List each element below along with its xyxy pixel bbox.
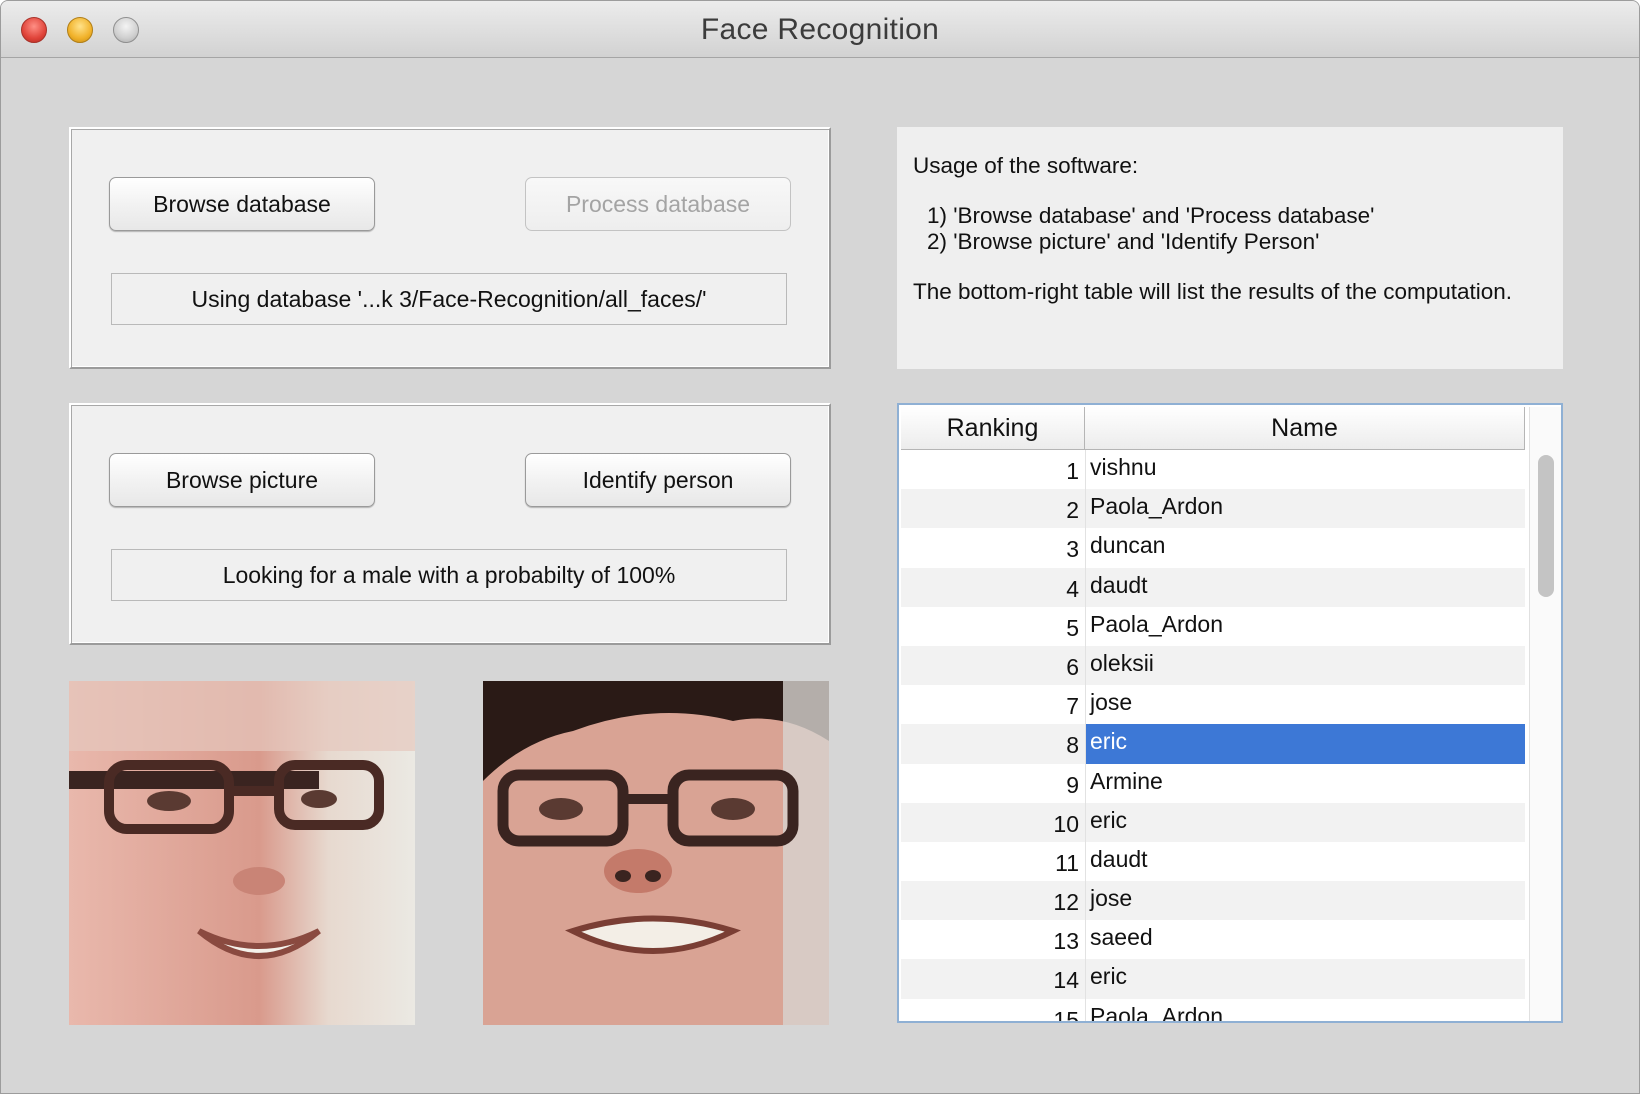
app-window: Face Recognition Browse database Process… xyxy=(0,0,1640,1094)
usage-step-1: 1) 'Browse database' and 'Process databa… xyxy=(927,203,1375,228)
table-row[interactable]: 5 Paola_Ardon xyxy=(901,606,1525,646)
name-cell: eric xyxy=(1085,724,1525,764)
ranking-cell: 1 xyxy=(1066,458,1079,484)
ranking-cell: 12 xyxy=(1053,889,1079,916)
browse-picture-button[interactable]: Browse picture xyxy=(109,453,375,507)
name-cell: Paola_Ardon xyxy=(1085,606,1525,646)
table-body: 1 vishnu 2 Paola_Ardon 3 duncan 4 daudt 5 Paola_A… xyxy=(901,450,1525,1023)
scrollbar-thumb[interactable] xyxy=(1538,455,1554,597)
query-face-image xyxy=(69,681,415,1025)
window-title: Face Recognition xyxy=(700,13,940,46)
table-row[interactable]: 7 jose xyxy=(901,685,1525,725)
ranking-cell: 7 xyxy=(1066,693,1079,720)
identify-person-button[interactable]: Identify person xyxy=(525,453,791,507)
matched-face-image xyxy=(483,681,829,1025)
table-row[interactable]: 4 daudt xyxy=(901,567,1525,607)
table-row[interactable]: 6 oleksii xyxy=(901,645,1525,686)
ranking-cell: 15 xyxy=(1053,1006,1079,1023)
process-database-button[interactable]: Process database xyxy=(525,177,791,231)
usage-instructions: Usage of the software: 1) 'Browse databa… xyxy=(897,127,1563,369)
table-row[interactable]: 9 Armine xyxy=(901,763,1525,803)
name-cell: jose xyxy=(1085,881,1525,921)
name-cell: oleksii xyxy=(1085,645,1525,686)
table-row[interactable]: 14 eric xyxy=(901,959,1525,999)
table-row[interactable]: 10 eric xyxy=(901,802,1525,842)
ranking-cell: 10 xyxy=(1053,810,1079,837)
face-photo-icon xyxy=(69,681,415,1025)
table-header: Ranking Name xyxy=(901,407,1525,450)
name-cell: daudt xyxy=(1085,567,1525,607)
name-column-header[interactable]: Name xyxy=(1085,407,1525,449)
identification-status: Looking for a male with a probabilty of … xyxy=(111,549,787,601)
usage-step-2: 2) 'Browse picture' and 'Identify Person… xyxy=(927,229,1320,254)
name-cell: eric xyxy=(1085,959,1525,999)
ranking-cell: 14 xyxy=(1053,967,1079,994)
face-photo-icon xyxy=(483,681,829,1025)
table-row[interactable]: 2 Paola_Ardon xyxy=(901,489,1525,529)
name-cell: duncan xyxy=(1085,528,1525,568)
ranking-cell: 3 xyxy=(1066,536,1079,563)
browse-database-button[interactable]: Browse database xyxy=(109,177,375,231)
table-row[interactable]: 11 daudt xyxy=(901,841,1525,882)
name-cell: Armine xyxy=(1085,763,1525,803)
results-table[interactable]: Ranking Name 1 vishnu 2 Paola_Ardon 3 duncan 4… xyxy=(897,403,1563,1023)
ranking-cell: 5 xyxy=(1066,614,1079,641)
ranking-cell: 9 xyxy=(1066,771,1079,798)
usage-note: The bottom-right table will list the res… xyxy=(913,279,1513,304)
ranking-cell: 2 xyxy=(1066,497,1079,524)
ranking-cell: 8 xyxy=(1066,732,1079,759)
name-cell: eric xyxy=(1085,802,1525,842)
table-row[interactable]: 12 jose xyxy=(901,881,1525,921)
table-row[interactable]: 3 duncan xyxy=(901,528,1525,568)
database-status: Using database '...k 3/Face-Recognition/… xyxy=(111,273,787,325)
name-cell: vishnu xyxy=(1085,450,1525,490)
name-cell: Paola_Ardon xyxy=(1085,998,1525,1021)
name-cell: jose xyxy=(1085,685,1525,725)
picture-panel: Browse picture Identify person Looking f… xyxy=(69,403,831,645)
ranking-cell: 6 xyxy=(1066,653,1079,680)
usage-heading: Usage of the software: xyxy=(913,153,1139,178)
ranking-cell: 13 xyxy=(1053,928,1079,955)
name-cell: Paola_Ardon xyxy=(1085,489,1525,529)
ranking-cell: 4 xyxy=(1066,575,1079,602)
name-cell: daudt xyxy=(1085,841,1525,882)
ranking-column-header[interactable]: Ranking xyxy=(901,407,1085,449)
table-row[interactable]: 15 Paola_Ardon xyxy=(901,998,1525,1023)
table-row[interactable]: 13 saeed xyxy=(901,920,1525,960)
title-bar[interactable]: Face Recognition xyxy=(1,1,1639,58)
database-panel: Browse database Process database Using d… xyxy=(69,127,831,369)
table-row[interactable]: 8 eric xyxy=(901,724,1525,764)
table-row[interactable]: 1 vishnu xyxy=(901,450,1525,490)
ranking-cell: 11 xyxy=(1055,849,1079,876)
name-cell: saeed xyxy=(1085,920,1525,960)
vertical-scrollbar[interactable] xyxy=(1529,407,1561,1021)
